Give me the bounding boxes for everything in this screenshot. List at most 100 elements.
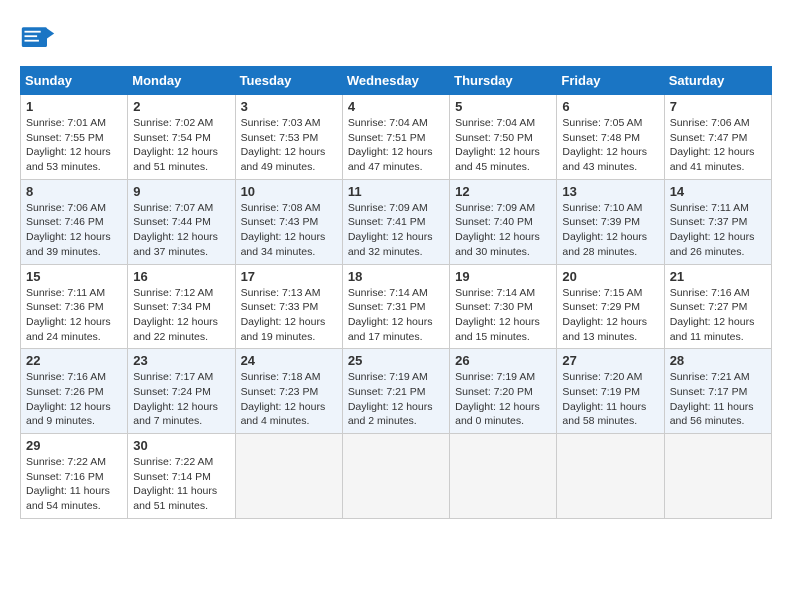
day-number: 30 xyxy=(133,438,229,453)
day-number: 18 xyxy=(348,269,444,284)
calendar-cell: 8 Sunrise: 7:06 AMSunset: 7:46 PMDayligh… xyxy=(21,179,128,264)
day-number: 16 xyxy=(133,269,229,284)
calendar-week-row: 1 Sunrise: 7:01 AMSunset: 7:55 PMDayligh… xyxy=(21,95,772,180)
day-info: Sunrise: 7:16 AMSunset: 7:26 PMDaylight:… xyxy=(26,370,122,429)
day-number: 12 xyxy=(455,184,551,199)
calendar-cell: 7 Sunrise: 7:06 AMSunset: 7:47 PMDayligh… xyxy=(664,95,771,180)
day-info: Sunrise: 7:14 AMSunset: 7:30 PMDaylight:… xyxy=(455,286,551,345)
day-info: Sunrise: 7:19 AMSunset: 7:21 PMDaylight:… xyxy=(348,370,444,429)
calendar-cell: 11 Sunrise: 7:09 AMSunset: 7:41 PMDaylig… xyxy=(342,179,449,264)
day-info: Sunrise: 7:15 AMSunset: 7:29 PMDaylight:… xyxy=(562,286,658,345)
day-number: 13 xyxy=(562,184,658,199)
day-number: 10 xyxy=(241,184,337,199)
day-info: Sunrise: 7:11 AMSunset: 7:37 PMDaylight:… xyxy=(670,201,766,260)
weekday-header: Wednesday xyxy=(342,67,449,95)
weekday-header: Thursday xyxy=(450,67,557,95)
calendar-cell: 30 Sunrise: 7:22 AMSunset: 7:14 PMDaylig… xyxy=(128,434,235,519)
day-info: Sunrise: 7:14 AMSunset: 7:31 PMDaylight:… xyxy=(348,286,444,345)
day-info: Sunrise: 7:18 AMSunset: 7:23 PMDaylight:… xyxy=(241,370,337,429)
weekday-header: Sunday xyxy=(21,67,128,95)
calendar-cell: 26 Sunrise: 7:19 AMSunset: 7:20 PMDaylig… xyxy=(450,349,557,434)
calendar-week-row: 8 Sunrise: 7:06 AMSunset: 7:46 PMDayligh… xyxy=(21,179,772,264)
calendar-cell: 20 Sunrise: 7:15 AMSunset: 7:29 PMDaylig… xyxy=(557,264,664,349)
day-number: 29 xyxy=(26,438,122,453)
day-number: 4 xyxy=(348,99,444,114)
day-number: 3 xyxy=(241,99,337,114)
day-info: Sunrise: 7:07 AMSunset: 7:44 PMDaylight:… xyxy=(133,201,229,260)
day-info: Sunrise: 7:22 AMSunset: 7:16 PMDaylight:… xyxy=(26,455,122,514)
day-info: Sunrise: 7:05 AMSunset: 7:48 PMDaylight:… xyxy=(562,116,658,175)
calendar-week-row: 22 Sunrise: 7:16 AMSunset: 7:26 PMDaylig… xyxy=(21,349,772,434)
day-number: 11 xyxy=(348,184,444,199)
calendar-cell: 5 Sunrise: 7:04 AMSunset: 7:50 PMDayligh… xyxy=(450,95,557,180)
calendar-cell: 9 Sunrise: 7:07 AMSunset: 7:44 PMDayligh… xyxy=(128,179,235,264)
weekday-header: Monday xyxy=(128,67,235,95)
calendar-cell: 29 Sunrise: 7:22 AMSunset: 7:16 PMDaylig… xyxy=(21,434,128,519)
day-number: 24 xyxy=(241,353,337,368)
calendar-cell xyxy=(557,434,664,519)
calendar-cell: 13 Sunrise: 7:10 AMSunset: 7:39 PMDaylig… xyxy=(557,179,664,264)
day-number: 20 xyxy=(562,269,658,284)
calendar-cell: 18 Sunrise: 7:14 AMSunset: 7:31 PMDaylig… xyxy=(342,264,449,349)
calendar-table: SundayMondayTuesdayWednesdayThursdayFrid… xyxy=(20,66,772,519)
day-info: Sunrise: 7:19 AMSunset: 7:20 PMDaylight:… xyxy=(455,370,551,429)
day-info: Sunrise: 7:22 AMSunset: 7:14 PMDaylight:… xyxy=(133,455,229,514)
day-number: 14 xyxy=(670,184,766,199)
calendar-cell: 12 Sunrise: 7:09 AMSunset: 7:40 PMDaylig… xyxy=(450,179,557,264)
day-info: Sunrise: 7:12 AMSunset: 7:34 PMDaylight:… xyxy=(133,286,229,345)
day-info: Sunrise: 7:06 AMSunset: 7:47 PMDaylight:… xyxy=(670,116,766,175)
day-info: Sunrise: 7:02 AMSunset: 7:54 PMDaylight:… xyxy=(133,116,229,175)
calendar-cell: 1 Sunrise: 7:01 AMSunset: 7:55 PMDayligh… xyxy=(21,95,128,180)
weekday-header: Friday xyxy=(557,67,664,95)
day-number: 1 xyxy=(26,99,122,114)
day-info: Sunrise: 7:20 AMSunset: 7:19 PMDaylight:… xyxy=(562,370,658,429)
day-number: 27 xyxy=(562,353,658,368)
calendar-cell: 2 Sunrise: 7:02 AMSunset: 7:54 PMDayligh… xyxy=(128,95,235,180)
day-number: 23 xyxy=(133,353,229,368)
logo-icon xyxy=(20,20,56,56)
day-number: 5 xyxy=(455,99,551,114)
day-info: Sunrise: 7:03 AMSunset: 7:53 PMDaylight:… xyxy=(241,116,337,175)
calendar-cell: 28 Sunrise: 7:21 AMSunset: 7:17 PMDaylig… xyxy=(664,349,771,434)
calendar-cell: 17 Sunrise: 7:13 AMSunset: 7:33 PMDaylig… xyxy=(235,264,342,349)
calendar-cell: 15 Sunrise: 7:11 AMSunset: 7:36 PMDaylig… xyxy=(21,264,128,349)
calendar-cell: 14 Sunrise: 7:11 AMSunset: 7:37 PMDaylig… xyxy=(664,179,771,264)
weekday-header: Saturday xyxy=(664,67,771,95)
day-number: 2 xyxy=(133,99,229,114)
day-number: 8 xyxy=(26,184,122,199)
day-number: 21 xyxy=(670,269,766,284)
day-info: Sunrise: 7:01 AMSunset: 7:55 PMDaylight:… xyxy=(26,116,122,175)
calendar-cell xyxy=(235,434,342,519)
day-number: 7 xyxy=(670,99,766,114)
day-number: 28 xyxy=(670,353,766,368)
calendar-cell: 24 Sunrise: 7:18 AMSunset: 7:23 PMDaylig… xyxy=(235,349,342,434)
weekday-header-row: SundayMondayTuesdayWednesdayThursdayFrid… xyxy=(21,67,772,95)
day-info: Sunrise: 7:04 AMSunset: 7:51 PMDaylight:… xyxy=(348,116,444,175)
calendar-week-row: 15 Sunrise: 7:11 AMSunset: 7:36 PMDaylig… xyxy=(21,264,772,349)
day-info: Sunrise: 7:09 AMSunset: 7:40 PMDaylight:… xyxy=(455,201,551,260)
day-number: 6 xyxy=(562,99,658,114)
day-number: 9 xyxy=(133,184,229,199)
page-header xyxy=(20,20,772,56)
calendar-cell: 25 Sunrise: 7:19 AMSunset: 7:21 PMDaylig… xyxy=(342,349,449,434)
day-info: Sunrise: 7:17 AMSunset: 7:24 PMDaylight:… xyxy=(133,370,229,429)
day-info: Sunrise: 7:06 AMSunset: 7:46 PMDaylight:… xyxy=(26,201,122,260)
day-info: Sunrise: 7:08 AMSunset: 7:43 PMDaylight:… xyxy=(241,201,337,260)
day-number: 22 xyxy=(26,353,122,368)
day-info: Sunrise: 7:21 AMSunset: 7:17 PMDaylight:… xyxy=(670,370,766,429)
calendar-cell: 6 Sunrise: 7:05 AMSunset: 7:48 PMDayligh… xyxy=(557,95,664,180)
day-number: 17 xyxy=(241,269,337,284)
day-info: Sunrise: 7:11 AMSunset: 7:36 PMDaylight:… xyxy=(26,286,122,345)
calendar-cell: 19 Sunrise: 7:14 AMSunset: 7:30 PMDaylig… xyxy=(450,264,557,349)
day-number: 15 xyxy=(26,269,122,284)
day-info: Sunrise: 7:04 AMSunset: 7:50 PMDaylight:… xyxy=(455,116,551,175)
calendar-cell: 10 Sunrise: 7:08 AMSunset: 7:43 PMDaylig… xyxy=(235,179,342,264)
day-info: Sunrise: 7:10 AMSunset: 7:39 PMDaylight:… xyxy=(562,201,658,260)
calendar-cell xyxy=(342,434,449,519)
day-number: 25 xyxy=(348,353,444,368)
calendar-cell: 16 Sunrise: 7:12 AMSunset: 7:34 PMDaylig… xyxy=(128,264,235,349)
calendar-cell xyxy=(664,434,771,519)
logo xyxy=(20,20,62,56)
calendar-cell: 3 Sunrise: 7:03 AMSunset: 7:53 PMDayligh… xyxy=(235,95,342,180)
day-number: 26 xyxy=(455,353,551,368)
